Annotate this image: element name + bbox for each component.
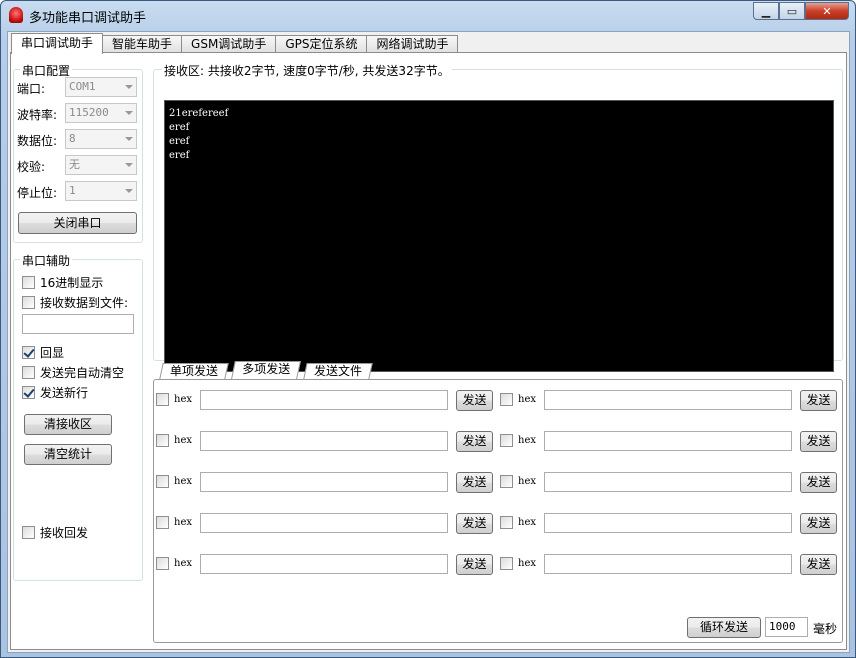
hex-checkbox-2[interactable]: hex: [500, 393, 536, 406]
tab-multi-send[interactable]: 多项发送: [231, 361, 301, 379]
hex-checkbox-10[interactable]: hex: [500, 557, 536, 570]
loop-interval-input[interactable]: 1000: [765, 617, 808, 637]
chevron-down-icon: [125, 163, 133, 167]
send-button-4[interactable]: 发送: [800, 431, 837, 452]
databits-select[interactable]: 8: [65, 129, 137, 149]
send-button-5[interactable]: 发送: [456, 472, 493, 493]
hex-checkbox-4[interactable]: hex: [500, 434, 536, 447]
chevron-down-icon: [125, 111, 133, 115]
send-input-1[interactable]: [200, 390, 448, 410]
send-newline-checkbox[interactable]: 发送新行: [22, 384, 88, 401]
hex-label: hex: [518, 558, 536, 569]
hex-display-checkbox[interactable]: 16进制显示: [22, 274, 103, 291]
send-input-6[interactable]: [544, 472, 792, 492]
send-input-9[interactable]: [200, 554, 448, 574]
hex-label: hex: [518, 435, 536, 446]
send-button-10[interactable]: 发送: [800, 554, 837, 575]
send-input-8[interactable]: [544, 513, 792, 533]
chevron-down-icon: [125, 189, 133, 193]
send-input-4[interactable]: [544, 431, 792, 451]
tab-gps[interactable]: GPS定位系统: [275, 35, 368, 53]
maximize-icon: ▭: [786, 4, 798, 18]
hex-label: hex: [518, 394, 536, 405]
title-bar: 多功能串口调试助手 ▁ ▭ ✕: [1, 1, 855, 31]
send-button-1[interactable]: 发送: [456, 390, 493, 411]
file-path-input[interactable]: [22, 314, 134, 334]
send-input-7[interactable]: [200, 513, 448, 533]
send-button-2[interactable]: 发送: [800, 390, 837, 411]
port-label: 端口:: [17, 82, 46, 96]
baud-label: 波特率:: [17, 108, 58, 122]
hex-label: hex: [174, 476, 192, 487]
main-window: 多功能串口调试助手 ▁ ▭ ✕ 串口调试助手 智能车助手 GSM调试助手 GPS…: [0, 0, 856, 658]
hex-checkbox-9[interactable]: hex: [156, 557, 192, 570]
minimize-icon: ▁: [761, 4, 771, 18]
multi-send-panel: hex 发送 hex 发送 hex 发送 hex 发送 hex 发送 hex 发送 hex 发送 hex 发送…: [153, 379, 843, 643]
rx-reply-checkbox[interactable]: 接收回发: [22, 524, 88, 541]
tab-network[interactable]: 网络调试助手: [366, 35, 459, 53]
tab-send-file[interactable]: 发送文件: [303, 363, 373, 379]
tab-serial-debug[interactable]: 串口调试助手: [11, 33, 104, 54]
interval-unit: 毫秒: [813, 622, 838, 636]
baud-select[interactable]: 115200: [65, 103, 137, 123]
close-port-button[interactable]: 关闭串口: [18, 212, 137, 234]
send-input-5[interactable]: [200, 472, 448, 492]
serial-config-group: 串口配置 端口: COM1 波特率: 115200 数据位: 8 校验: 无 停…: [13, 62, 143, 243]
hex-label: hex: [518, 517, 536, 528]
send-button-8[interactable]: 发送: [800, 513, 837, 534]
databits-label: 数据位:: [17, 134, 58, 148]
hex-label: hex: [174, 517, 192, 528]
parity-label: 校验:: [17, 160, 46, 174]
save-to-file-checkbox[interactable]: 接收数据到文件:: [22, 294, 128, 311]
tab-single-send[interactable]: 单项发送: [159, 363, 229, 379]
clear-stats-button[interactable]: 清空统计: [24, 444, 112, 465]
echo-checkbox[interactable]: 回显: [22, 344, 64, 361]
send-button-9[interactable]: 发送: [456, 554, 493, 575]
send-input-2[interactable]: [544, 390, 792, 410]
maximize-button[interactable]: ▭: [779, 2, 805, 20]
chevron-down-icon: [125, 85, 133, 89]
stopbits-select[interactable]: 1: [65, 181, 137, 201]
window-title: 多功能串口调试助手: [29, 11, 147, 26]
hex-checkbox-5[interactable]: hex: [156, 475, 192, 488]
app-icon: [9, 7, 23, 23]
hex-checkbox-6[interactable]: hex: [500, 475, 536, 488]
auto-clear-checkbox[interactable]: 发送完自动清空: [22, 364, 124, 381]
port-select[interactable]: COM1: [65, 77, 137, 97]
main-tabs: 串口调试助手 智能车助手 GSM调试助手 GPS定位系统 网络调试助手: [11, 33, 459, 54]
close-icon: ✕: [822, 4, 832, 18]
tab-gsm[interactable]: GSM调试助手: [181, 35, 277, 53]
hex-label: hex: [174, 558, 192, 569]
tab-page: 串口配置 端口: COM1 波特率: 115200 数据位: 8 校验: 无 停…: [10, 52, 847, 650]
hex-checkbox-3[interactable]: hex: [156, 434, 192, 447]
receive-group: 接收区: 共接收2字节, 速度0字节/秒, 共发送32字节。 21erefere…: [153, 62, 843, 372]
close-button[interactable]: ✕: [805, 2, 849, 20]
receive-status: 接收区: 共接收2字节, 速度0字节/秒, 共发送32字节。: [162, 62, 452, 79]
minimize-button[interactable]: ▁: [753, 2, 779, 20]
send-input-10[interactable]: [544, 554, 792, 574]
client-area: 串口调试助手 智能车助手 GSM调试助手 GPS定位系统 网络调试助手 串口配置…: [7, 31, 850, 653]
send-button-3[interactable]: 发送: [456, 431, 493, 452]
serial-assist-title: 串口辅助: [20, 252, 73, 269]
hex-checkbox-1[interactable]: hex: [156, 393, 192, 406]
hex-label: hex: [518, 476, 536, 487]
hex-label: hex: [174, 394, 192, 405]
send-input-3[interactable]: [200, 431, 448, 451]
chevron-down-icon: [125, 137, 133, 141]
tab-smart-car[interactable]: 智能车助手: [102, 35, 183, 53]
stopbits-label: 停止位:: [17, 186, 58, 200]
receive-textarea[interactable]: 21erefereef eref eref eref: [164, 100, 834, 372]
hex-label: hex: [174, 435, 192, 446]
hex-checkbox-7[interactable]: hex: [156, 516, 192, 529]
send-button-7[interactable]: 发送: [456, 513, 493, 534]
send-button-6[interactable]: 发送: [800, 472, 837, 493]
loop-send-button[interactable]: 循环发送: [687, 617, 761, 638]
parity-select[interactable]: 无: [65, 155, 137, 175]
serial-assist-group: 串口辅助 16进制显示 接收数据到文件: 回显 发送完自动清空 发送新行 清接收…: [13, 252, 143, 581]
clear-receive-button[interactable]: 清接收区: [24, 414, 112, 435]
hex-checkbox-8[interactable]: hex: [500, 516, 536, 529]
